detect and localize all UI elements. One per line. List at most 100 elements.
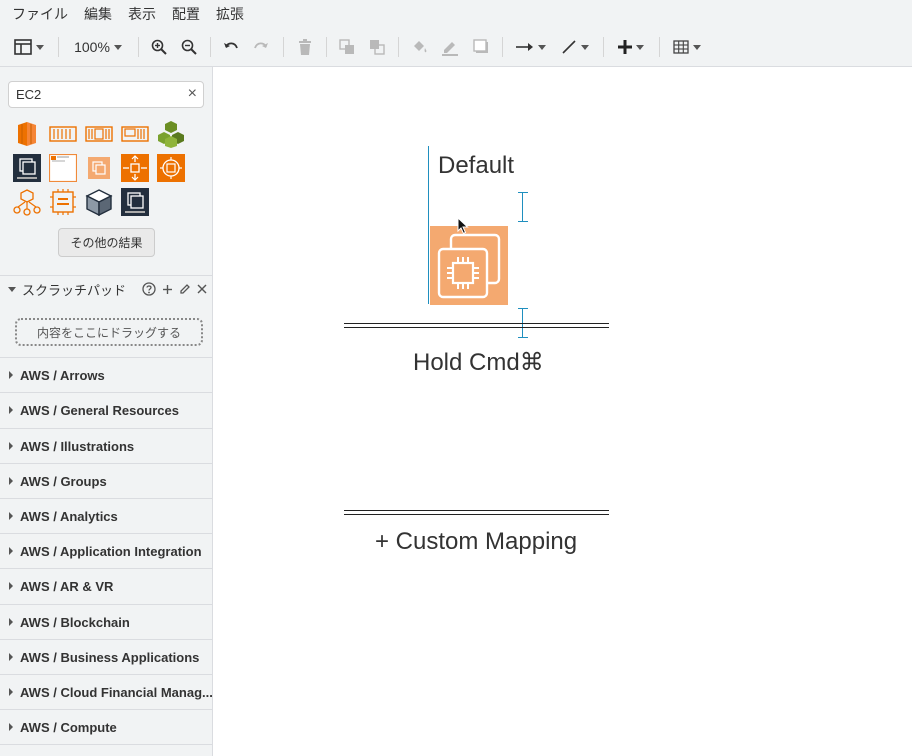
ec2-light-instance-icon[interactable]	[85, 154, 113, 182]
undo-button[interactable]	[222, 36, 240, 58]
library-aws-general-resources[interactable]: AWS / General Resources	[0, 392, 212, 427]
library-aws-analytics[interactable]: AWS / Analytics	[0, 498, 212, 533]
delete-button[interactable]	[296, 36, 314, 58]
menu-bar: ファイル 編集 表示 配置 拡張	[0, 0, 912, 28]
ec2-instances-icon[interactable]	[49, 120, 77, 148]
separator-double-line	[344, 323, 609, 328]
edit-pencil-icon[interactable]	[179, 283, 191, 295]
waypoints-dropdown[interactable]	[558, 36, 592, 58]
menu-extras[interactable]: 拡張	[216, 4, 244, 24]
library-aws-compute[interactable]: AWS / Compute	[0, 709, 212, 744]
shape-search-input[interactable]	[9, 82, 179, 107]
library-aws-application-integration[interactable]: AWS / Application Integration	[0, 533, 212, 568]
connection-style-dropdown[interactable]	[514, 36, 548, 58]
toolbar-divider	[283, 37, 284, 57]
table-dropdown[interactable]	[670, 36, 704, 58]
ec2-dark-instance-icon[interactable]	[13, 154, 41, 182]
more-results-button[interactable]: その他の結果	[58, 228, 155, 257]
fill-color-button[interactable]	[410, 36, 430, 58]
library-aws-blockchain[interactable]: AWS / Blockchain	[0, 604, 212, 639]
menu-edit[interactable]: 編集	[84, 4, 112, 24]
ec2-auto-scaling-cubes-icon[interactable]	[157, 120, 185, 148]
insert-dropdown[interactable]	[614, 36, 648, 58]
library-label: AWS / Business Applications	[20, 649, 200, 665]
paint-bucket-icon	[414, 41, 427, 53]
shadow-button[interactable]	[471, 36, 491, 58]
to-front-button[interactable]	[338, 36, 356, 58]
arrow-right-icon	[516, 43, 533, 51]
to-back-button[interactable]	[368, 36, 386, 58]
help-icon[interactable]	[142, 282, 156, 296]
library-list-divider	[0, 744, 212, 756]
connector-line-icon	[562, 40, 576, 54]
ec2-m1-mac-icon[interactable]	[49, 188, 77, 216]
zoom-out-icon	[181, 39, 197, 55]
scratchpad-drop-zone[interactable]: 内容をここにドラッグする	[15, 318, 203, 346]
ec2-network-hub-icon[interactable]	[13, 188, 41, 216]
ec2-instance-chip-icon[interactable]	[85, 120, 113, 148]
toolbar-divider	[210, 37, 211, 57]
chevron-down-icon	[581, 44, 589, 50]
toolbar-divider	[326, 37, 327, 57]
diagram-canvas[interactable]: Default Hold Cmd⌘ + Custom Mapping	[214, 67, 912, 756]
ec2-dark-instance-icon[interactable]	[121, 188, 149, 216]
zoom-dropdown[interactable]: 100%	[70, 36, 126, 58]
library-label: AWS / Compute	[20, 719, 117, 735]
redo-button[interactable]	[252, 36, 270, 58]
menu-view[interactable]: 表示	[128, 4, 156, 24]
library-aws-business-applications[interactable]: AWS / Business Applications	[0, 639, 212, 674]
toolbar-divider	[398, 37, 399, 57]
library-label: AWS / Illustrations	[20, 438, 135, 454]
ec2-instance-shape[interactable]	[430, 226, 508, 305]
expand-triangle-icon	[9, 371, 13, 379]
chevron-down-icon	[693, 44, 701, 50]
alignment-guide-line	[428, 146, 429, 304]
ec2-instance-monitor-icon[interactable]	[121, 120, 149, 148]
toolbar-divider	[58, 37, 59, 57]
clear-search-icon[interactable]: ×	[188, 86, 197, 102]
hold-cmd-label[interactable]: Hold Cmd⌘	[413, 348, 544, 377]
shadow-icon	[473, 39, 488, 53]
shape-search-box: ×	[8, 81, 204, 108]
library-aws-groups[interactable]: AWS / Groups	[0, 463, 212, 498]
ec2-cube-icon[interactable]	[85, 188, 113, 216]
library-label: AWS / Groups	[20, 473, 107, 489]
expand-triangle-icon	[9, 512, 13, 520]
separator-double-line	[344, 510, 609, 515]
zoom-out-button[interactable]	[180, 36, 198, 58]
add-icon[interactable]	[162, 284, 173, 295]
collapse-triangle-icon	[8, 287, 16, 292]
menu-file[interactable]: ファイル	[12, 4, 68, 24]
library-label: AWS / AR & VR	[20, 578, 114, 594]
expand-triangle-icon	[9, 723, 13, 731]
custom-mapping-label[interactable]: + Custom Mapping	[375, 528, 577, 556]
ec2-auto-scaling-icon[interactable]	[121, 154, 149, 182]
expand-triangle-icon	[9, 688, 13, 696]
mouse-cursor-icon	[457, 217, 469, 235]
redo-icon	[254, 42, 268, 49]
expand-triangle-icon	[9, 442, 13, 450]
library-aws-ar-vr[interactable]: AWS / AR & VR	[0, 568, 212, 603]
ec2-resource-icon[interactable]	[13, 120, 41, 148]
default-label[interactable]: Default	[438, 152, 514, 180]
close-icon[interactable]	[197, 284, 207, 294]
ec2-instance-group-icon[interactable]	[49, 154, 77, 182]
zoom-in-button[interactable]	[150, 36, 168, 58]
library-aws-illustrations[interactable]: AWS / Illustrations	[0, 428, 212, 463]
shapes-sidebar: × その他の結果 スクラッチパ	[0, 67, 213, 756]
zoom-in-icon	[151, 39, 167, 55]
menu-arrange[interactable]: 配置	[172, 4, 200, 24]
line-color-button[interactable]	[440, 36, 460, 58]
to-front-icon	[339, 39, 354, 54]
chevron-down-icon	[538, 44, 546, 50]
expand-triangle-icon	[9, 406, 13, 414]
ec2-image-builder-icon[interactable]	[157, 154, 185, 182]
scratchpad-header[interactable]: スクラッチパッド	[0, 275, 212, 303]
library-aws-cloud-financial-management[interactable]: AWS / Cloud Financial Manag...	[0, 674, 212, 709]
format-panel-toggle-button[interactable]	[12, 36, 46, 58]
library-label: AWS / General Resources	[20, 402, 179, 418]
library-aws-arrows[interactable]: AWS / Arrows	[0, 357, 212, 392]
toolbar-divider	[603, 37, 604, 57]
pencil-icon	[442, 42, 458, 56]
chevron-down-icon	[636, 44, 644, 50]
